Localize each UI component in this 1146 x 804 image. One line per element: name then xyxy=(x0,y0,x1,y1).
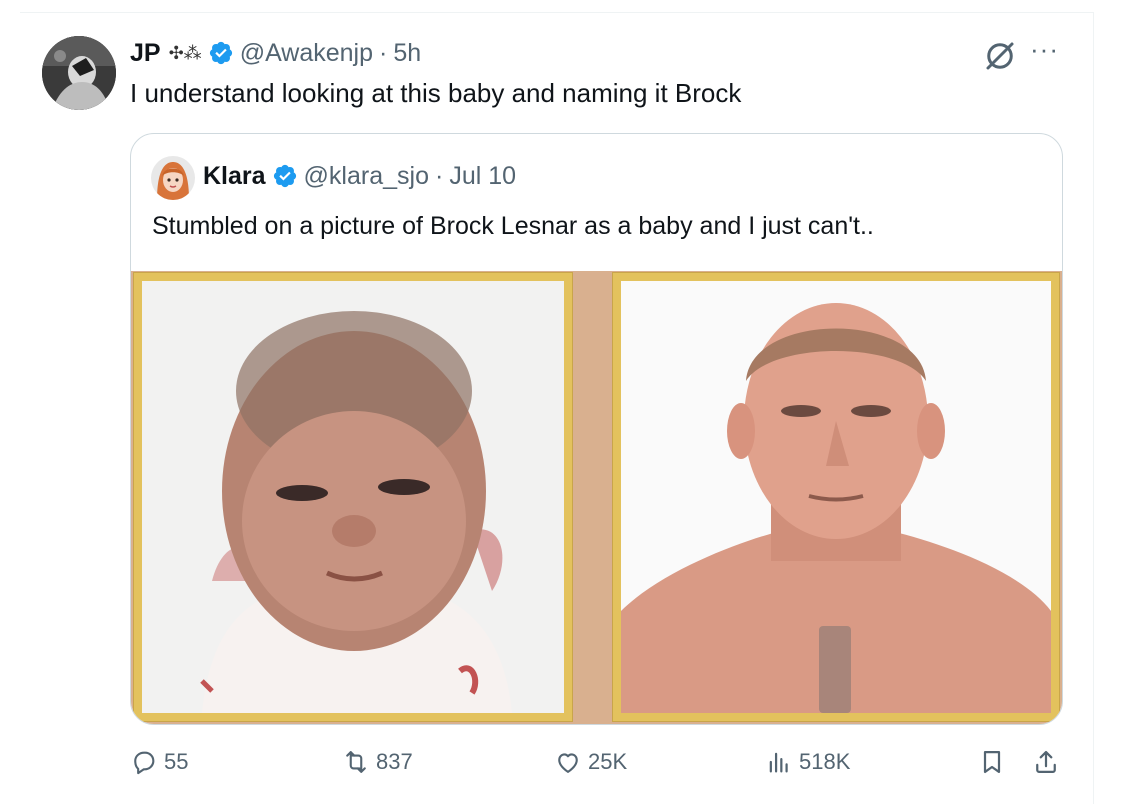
tweet[interactable]: JP ✣⁂ @Awakenjp · 5h ··· I understand lo… xyxy=(0,0,1146,804)
quote-date[interactable]: Jul 10 xyxy=(449,162,516,191)
divider xyxy=(20,12,1094,13)
author-handle[interactable]: @Awakenjp xyxy=(240,39,373,68)
bookmark-button[interactable] xyxy=(978,748,1006,776)
post-text: I understand looking at this baby and na… xyxy=(130,78,742,108)
baby-photo[interactable] xyxy=(134,273,572,721)
avatar-image xyxy=(42,36,116,110)
like-count: 25K xyxy=(588,749,628,774)
reply-count: 55 xyxy=(164,749,189,774)
grok-icon[interactable] xyxy=(982,38,1018,74)
more-icon[interactable]: ··· xyxy=(1030,34,1059,65)
views-icon xyxy=(769,752,788,773)
separator-dot: · xyxy=(434,161,444,190)
quote-media[interactable] xyxy=(131,271,1062,724)
quote-author-avatar[interactable] xyxy=(151,156,195,200)
quoted-post[interactable]: Klara @klara_sjo · Jul 10 Stumbled on a … xyxy=(130,133,1063,725)
quote-header: Klara @klara_sjo · Jul 10 xyxy=(203,159,516,193)
baby-photo-image xyxy=(142,281,564,713)
post-header: JP ✣⁂ @Awakenjp · 5h xyxy=(130,36,421,70)
author-avatar[interactable] xyxy=(42,36,116,110)
share-button[interactable] xyxy=(1032,748,1060,776)
reply-button[interactable]: 55 xyxy=(130,748,188,776)
views-count: 518K xyxy=(799,749,851,774)
quote-avatar-image xyxy=(151,156,195,200)
author-emoji: ✣⁂ xyxy=(168,42,202,63)
post-time[interactable]: 5h xyxy=(393,39,421,68)
verified-badge-icon[interactable] xyxy=(208,40,234,66)
repost-button[interactable]: 837 xyxy=(342,748,413,776)
author-name[interactable]: JP xyxy=(130,39,161,68)
verified-badge-icon[interactable] xyxy=(272,163,298,189)
views-button[interactable]: 518K xyxy=(765,748,850,776)
quote-author-handle[interactable]: @klara_sjo xyxy=(304,162,429,191)
quote-author-name[interactable]: Klara xyxy=(203,162,266,191)
reply-icon xyxy=(134,751,155,775)
adult-photo-image xyxy=(621,281,1051,713)
separator-dot: · xyxy=(379,38,388,67)
action-bar: 55 837 25K 518K xyxy=(130,748,1065,784)
share-icon xyxy=(1036,750,1056,774)
adult-photo[interactable] xyxy=(613,273,1059,721)
quote-text: Stumbled on a picture of Brock Lesnar as… xyxy=(152,212,874,240)
like-icon xyxy=(558,753,578,773)
divider xyxy=(1093,12,1094,804)
like-button[interactable]: 25K xyxy=(554,748,627,776)
bookmark-icon xyxy=(983,750,1001,774)
repost-count: 837 xyxy=(376,749,413,774)
repost-icon xyxy=(346,751,366,773)
